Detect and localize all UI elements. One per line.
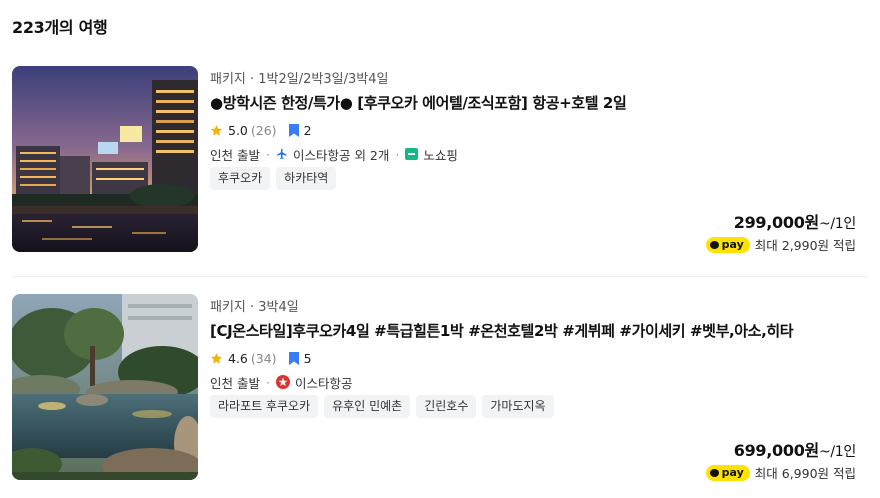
tag-list: 라라포트 후쿠오카 유후인 민예촌 긴린호수 가마도지옥 bbox=[210, 395, 554, 418]
tag-chip[interactable]: 가마도지옥 bbox=[482, 395, 554, 418]
package-title[interactable]: ●방학시즌 한정/특가● [후쿠오카 에어텔/조식포함] 항공+호텔 2일 bbox=[210, 92, 627, 113]
separator-dot: · bbox=[265, 146, 270, 162]
price: 699,000원~/1인 bbox=[733, 437, 857, 461]
price-unit: ~/1인 bbox=[818, 444, 856, 460]
star-icon bbox=[210, 352, 223, 364]
star-icon bbox=[210, 124, 223, 136]
airline-text: 이스타항공 bbox=[294, 375, 353, 391]
tag-list: 후쿠오카 하카타역 bbox=[210, 167, 337, 190]
thumbnail-image-garden[interactable] bbox=[12, 294, 198, 480]
airline-text: 이스타항공 외 2개 bbox=[292, 147, 390, 163]
pay-label: pay bbox=[721, 238, 744, 251]
rating-value: 4.6 bbox=[228, 350, 248, 366]
no-shopping-label: 노쇼핑 bbox=[423, 147, 458, 163]
pay-badge: pay bbox=[705, 464, 750, 481]
result-count-title: 223개의 여행 bbox=[12, 18, 108, 37]
garden-pond-image bbox=[12, 294, 198, 480]
package-title[interactable]: [CJ온스타일]후쿠오카4일 #특급힐튼1박 #온천호텔2박 #게뷔페 #가이세… bbox=[210, 320, 794, 341]
rating-count: (34) bbox=[250, 350, 277, 366]
tag-chip[interactable]: 후쿠오카 bbox=[210, 167, 271, 190]
separator-dot: · bbox=[265, 374, 270, 390]
departure-row: 인천 출발 · 이스타항공 bbox=[210, 373, 352, 391]
package-meta: 패키지 · 3박4일 bbox=[210, 300, 299, 315]
pay-badge: pay bbox=[705, 236, 750, 253]
airline-logo-icon bbox=[275, 375, 290, 389]
package-meta: 패키지 · 1박2일/2박3일/3박4일 bbox=[210, 72, 389, 87]
package-card[interactable]: 패키지 · 1박2일/2박3일/3박4일 ●방학시즌 한정/특가● [후쿠오카 … bbox=[12, 66, 868, 254]
card-divider bbox=[12, 276, 868, 277]
price: 299,000원~/1인 bbox=[733, 209, 857, 233]
departure-text: 인천 출발 bbox=[210, 375, 260, 391]
tag-chip[interactable]: 하카타역 bbox=[276, 167, 337, 190]
package-card[interactable]: 패키지 · 3박4일 [CJ온스타일]후쿠오카4일 #특급힐튼1박 #온천호텔2… bbox=[12, 294, 868, 482]
bookmark-count: 5 bbox=[303, 350, 312, 366]
thumbnail-image-night-city[interactable] bbox=[12, 66, 198, 252]
pay-bubble-icon bbox=[709, 240, 719, 249]
points-row: pay 최대 2,990원 적립 bbox=[705, 235, 856, 254]
pay-label: pay bbox=[721, 466, 744, 479]
bookmark-count: 2 bbox=[303, 122, 312, 138]
price-value: 299,000원 bbox=[733, 213, 820, 232]
tag-chip[interactable]: 유후인 민예촌 bbox=[324, 395, 411, 418]
card-info: 패키지 · 3박4일 [CJ온스타일]후쿠오카4일 #특급힐튼1박 #온천호텔2… bbox=[210, 294, 868, 482]
tag-chip[interactable]: 라라포트 후쿠오카 bbox=[210, 395, 319, 418]
card-info: 패키지 · 1박2일/2박3일/3박4일 ●방학시즌 한정/특가● [후쿠오카 … bbox=[210, 66, 868, 254]
no-shopping-icon bbox=[405, 148, 419, 160]
separator-dot: · bbox=[395, 146, 400, 162]
bookmark-icon bbox=[288, 351, 299, 365]
plane-icon bbox=[276, 148, 287, 159]
rating-row: 4.6 (34) 5 bbox=[210, 349, 312, 367]
points-row: pay 최대 6,990원 적립 bbox=[705, 463, 856, 482]
rating-count: (26) bbox=[250, 122, 277, 138]
departure-text: 인천 출발 bbox=[210, 147, 260, 163]
tag-chip[interactable]: 긴린호수 bbox=[416, 395, 477, 418]
points-text: 최대 2,990원 적립 bbox=[754, 238, 856, 253]
points-text: 최대 6,990원 적립 bbox=[754, 466, 856, 481]
departure-row: 인천 출발 · 이스타항공 외 2개 · 노쇼핑 bbox=[210, 145, 458, 163]
rating-row: 5.0 (26) 2 bbox=[210, 121, 312, 139]
night-city-river-image bbox=[12, 66, 198, 252]
bookmark-icon bbox=[288, 123, 299, 137]
price-value: 699,000원 bbox=[733, 441, 820, 460]
rating-value: 5.0 bbox=[228, 122, 248, 138]
pay-bubble-icon bbox=[709, 468, 719, 477]
price-unit: ~/1인 bbox=[818, 216, 856, 232]
